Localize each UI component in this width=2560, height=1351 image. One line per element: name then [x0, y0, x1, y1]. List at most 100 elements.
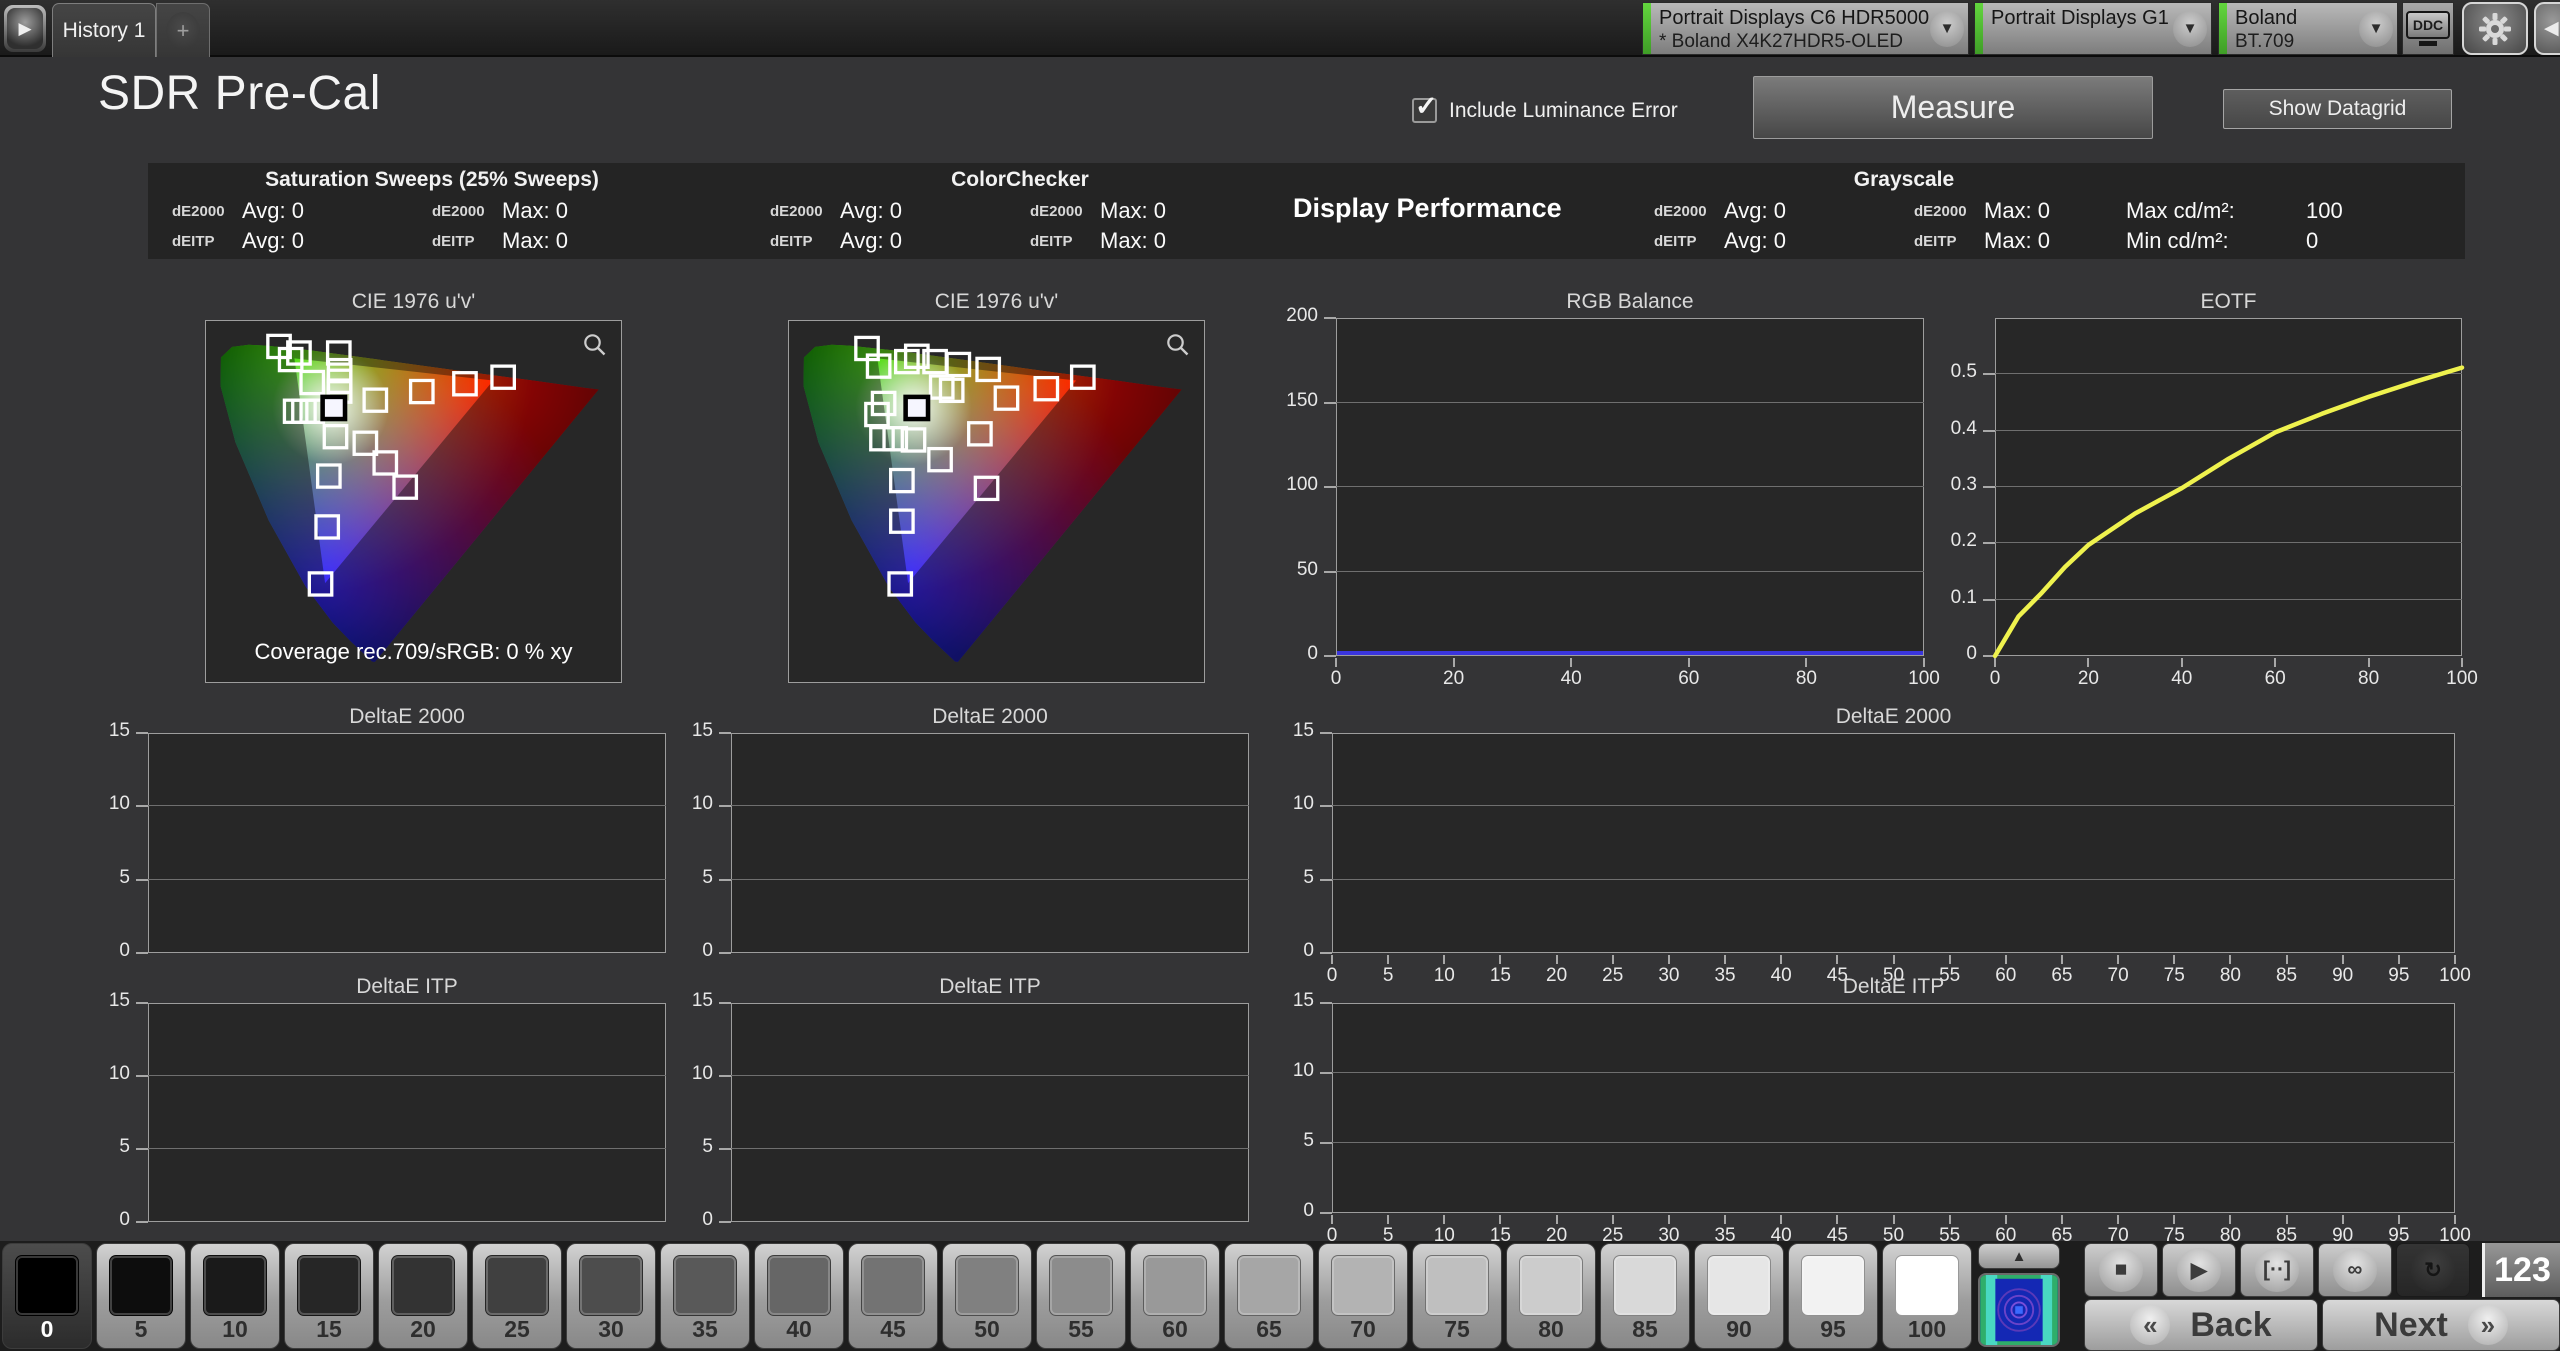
settings-button[interactable] — [2462, 2, 2528, 55]
continuous-button[interactable]: ∞ — [2318, 1243, 2392, 1297]
gray-step-label: 15 — [316, 1316, 342, 1342]
show-datagrid-button[interactable]: Show Datagrid — [2223, 89, 2452, 129]
ddc-button[interactable]: DDC — [2402, 2, 2454, 55]
rgb-balance-chart-xtick: 0 — [1330, 668, 1342, 689]
deltae2000-chart-mid-ytick: 0 — [702, 940, 713, 961]
gray-step-button-0[interactable]: 0 — [2, 1243, 92, 1349]
gray-step-button-70[interactable]: 70 — [1318, 1243, 1408, 1349]
stop-icon: ■ — [2099, 1248, 2143, 1292]
deltae-itp-chart-left-ytick: 10 — [108, 1063, 130, 1084]
gray-step-button-90[interactable]: 90 — [1694, 1243, 1784, 1349]
gray-step-button-15[interactable]: 15 — [284, 1243, 374, 1349]
deltae2000-chart-left-plot — [148, 733, 666, 953]
gray-swatch — [1801, 1255, 1865, 1316]
gray-swatch — [485, 1255, 549, 1316]
gray-step-button-80[interactable]: 80 — [1506, 1243, 1596, 1349]
magnifier-icon[interactable] — [1165, 332, 1191, 358]
next-button[interactable]: Next » — [2322, 1299, 2560, 1351]
gray-step-button-20[interactable]: 20 — [378, 1243, 468, 1349]
eotf-chart-xtick: 60 — [2264, 668, 2286, 689]
deltae-itp-chart-wide-ytick: 5 — [1303, 1130, 1314, 1151]
double-chevron-left-icon: « — [2130, 1305, 2171, 1345]
deltae2000-chart-left-ytick: 5 — [119, 866, 130, 888]
deltae-itp-chart-left-plot — [148, 1003, 666, 1222]
play-button[interactable]: ▶ — [2162, 1243, 2236, 1297]
eotf-chart-ytick: 0.2 — [1950, 530, 1977, 552]
gray-step-button-65[interactable]: 65 — [1224, 1243, 1314, 1349]
collapse-toolbar-button[interactable]: ◀ — [2534, 2, 2560, 55]
checkbox-label: Include Luminance Error — [1449, 98, 1678, 122]
stop-button[interactable]: ■ — [2084, 1243, 2158, 1297]
pattern-level-counter[interactable]: 123 — [2482, 1243, 2560, 1297]
expand-panel-button[interactable]: ▶ — [4, 5, 46, 52]
deltae2000-chart-wide-ytick: 10 — [1292, 793, 1314, 815]
source-dropdown[interactable]: Portrait Displays G1 ▼ — [1974, 2, 2212, 55]
rgb-balance-chart-title: RGB Balance — [1566, 290, 1694, 313]
calman-window: ▶ History 1 + Portrait Displays C6 HDR50… — [0, 0, 2560, 1351]
next-label: Next — [2374, 1305, 2448, 1344]
gray-step-button-25[interactable]: 25 — [472, 1243, 562, 1349]
cie-chart-2-gamut-diagram — [803, 335, 1182, 662]
back-button[interactable]: « Back — [2084, 1299, 2318, 1351]
gray-step-label: 55 — [1068, 1316, 1094, 1342]
gray-step-button-100[interactable]: 100 — [1882, 1243, 1972, 1349]
gray-step-button-75[interactable]: 75 — [1412, 1243, 1502, 1349]
gray-swatch — [955, 1255, 1019, 1316]
deltae2000-chart-left-ytick: 0 — [119, 940, 130, 961]
gray-step-button-50[interactable]: 50 — [942, 1243, 1032, 1349]
gray-step-label: 60 — [1162, 1316, 1188, 1342]
gray-step-button-5[interactable]: 5 — [96, 1243, 186, 1349]
tab-history-1[interactable]: History 1 — [52, 3, 156, 57]
pattern-window-button[interactable]: [··] — [2240, 1243, 2314, 1297]
eotf-chart-xtick: 100 — [2446, 668, 2478, 689]
whitepoint-marker — [903, 394, 931, 422]
gray-step-button-40[interactable]: 40 — [754, 1243, 844, 1349]
gray-step-label: 85 — [1632, 1316, 1658, 1342]
gray-swatch — [1707, 1255, 1771, 1316]
gray-swatch — [1519, 1255, 1583, 1316]
eotf-chart-ytick: 0 — [1966, 643, 1977, 664]
gray-step-label: 30 — [598, 1316, 624, 1342]
tab-label: History 1 — [62, 18, 146, 42]
refresh-button[interactable]: ↻ — [2396, 1243, 2470, 1297]
magnifier-icon[interactable] — [582, 332, 608, 358]
rgb-balance-chart-zero-line — [1337, 651, 1923, 655]
gray-step-button-10[interactable]: 10 — [190, 1243, 280, 1349]
cie-chart-1-title: CIE 1976 u'v' — [351, 290, 476, 313]
gray-step-button-95[interactable]: 95 — [1788, 1243, 1878, 1349]
add-tab-button[interactable]: + — [156, 3, 210, 57]
gray-swatch — [1143, 1255, 1207, 1316]
measure-button[interactable]: Measure — [1753, 76, 2153, 139]
expand-pattern-panel-button[interactable]: ▲ — [1978, 1243, 2060, 1269]
gray-step-button-85[interactable]: 85 — [1600, 1243, 1690, 1349]
checkbox-box: ✓ — [1412, 91, 1438, 123]
plus-icon: + — [166, 11, 200, 50]
refresh-icon: ↻ — [2411, 1248, 2455, 1292]
deltae2000-chart-left-ytick: 15 — [108, 720, 130, 741]
gray-step-button-35[interactable]: 35 — [660, 1243, 750, 1349]
gray-step-label: 45 — [880, 1316, 906, 1342]
gray-swatch — [109, 1255, 173, 1316]
rgb-balance-chart-ytick: 100 — [1286, 474, 1318, 495]
gray-swatch — [1049, 1255, 1113, 1316]
stats-bar: Saturation Sweeps (25% Sweeps) dE2000 Avg… — [148, 163, 2465, 259]
gray-step-button-55[interactable]: 55 — [1036, 1243, 1126, 1349]
pattern-preview-thumbnail[interactable] — [1978, 1273, 2060, 1347]
deltae2000-chart-mid-title: DeltaE 2000 — [932, 705, 1048, 728]
gray-step-label: 0 — [40, 1316, 54, 1342]
cie-chart-1-coverage-text: Coverage rec.709/sRGB: 0 % xy — [254, 639, 573, 664]
gray-step-button-60[interactable]: 60 — [1130, 1243, 1220, 1349]
gray-step-label: 75 — [1444, 1316, 1470, 1342]
gray-step-label: 80 — [1538, 1316, 1564, 1342]
chevron-down-icon: ▼ — [1930, 10, 1964, 47]
eotf-chart-xtick: 40 — [2171, 668, 2193, 689]
eotf-chart-xtick: 0 — [1989, 668, 2001, 689]
colorspace-dropdown[interactable]: Boland BT.709 ▼ — [2218, 2, 2398, 55]
meter-dropdown[interactable]: Portrait Displays C6 HDR5000 * Boland X4… — [1642, 2, 1969, 55]
gray-step-button-30[interactable]: 30 — [566, 1243, 656, 1349]
deltae2000-chart-mid-ytick: 15 — [691, 720, 713, 741]
include-luminance-checkbox[interactable]: ✓ Include Luminance Error — [1412, 91, 1678, 123]
display-colorspace: BT.709 — [2235, 31, 2295, 52]
gray-step-button-45[interactable]: 45 — [848, 1243, 938, 1349]
deltae-itp-chart-wide-plot — [1332, 1003, 2455, 1213]
